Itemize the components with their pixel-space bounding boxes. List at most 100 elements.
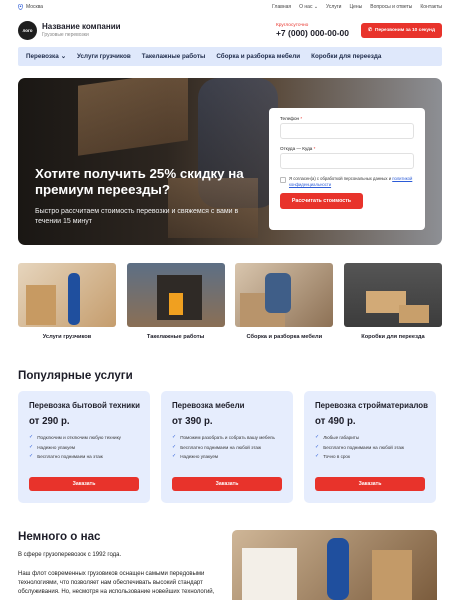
location-pin-icon: [18, 3, 23, 10]
menu-item-boxes[interactable]: Коробки для переезда: [311, 53, 381, 60]
order-button[interactable]: Заказать: [29, 477, 139, 491]
category-card[interactable]: Коробки для переезда: [343, 263, 442, 340]
city-name: Москва: [26, 3, 44, 10]
check-icon: ✓: [315, 443, 320, 450]
quote-form: Телефон * Откуда — Куда * Я согласен(а) …: [269, 108, 425, 230]
feature-text: Подключим и отключим любую технику: [37, 435, 121, 440]
check-icon: ✓: [172, 443, 177, 450]
chevron-down-icon: ⌄: [313, 3, 319, 10]
furniture-assembly-image: [235, 263, 334, 327]
hero-title: Хотите получить 25% скидку на премиум пе…: [35, 166, 244, 197]
company-subtitle: Грузовые перевозки: [42, 32, 89, 38]
required-mark: *: [300, 116, 303, 121]
feature-text: Бесплатно поднимаем на любой этаж: [180, 444, 262, 450]
top-bar: Москва Главная О нас ⌄ Услуги Цены Вопро…: [18, 2, 442, 11]
menu-item-rigging[interactable]: Такелажные работы: [142, 53, 206, 60]
route-field-label-text: Откуда — Куда: [280, 146, 313, 151]
phone-input[interactable]: [280, 123, 414, 139]
service-card: Перевозка мебели от 390 р. ✓ Поможем разо…: [161, 391, 293, 503]
category-cards: Услуги грузчиков Такелажные работы Сборк…: [18, 263, 442, 340]
service-price: от 290 р.: [29, 416, 70, 427]
service-title: Перевозка бытовой техники: [29, 401, 140, 410]
callback-button[interactable]: ✆ Перезвоним за 10 секунд: [360, 22, 442, 38]
order-button[interactable]: Заказать: [172, 477, 282, 491]
feature-text: Бесплатно поднимаем на этаж: [37, 454, 103, 459]
category-card[interactable]: Такелажные работы: [126, 263, 225, 340]
service-features: ✓ Подключим и отключим любую технику ✓ Над…: [29, 434, 139, 460]
check-icon: ✓: [172, 434, 177, 440]
calculate-button[interactable]: Рассчитать стоимость: [280, 193, 363, 209]
category-caption: Сборка и разборка мебели: [246, 334, 323, 340]
service-title: Перевозка стройматериалов: [315, 401, 428, 410]
topnav-home[interactable]: Главная: [272, 4, 291, 10]
check-icon: ✓: [29, 434, 34, 440]
check-icon: ✓: [29, 443, 34, 450]
rigging-image: [126, 263, 225, 327]
feature-item: ✓ Подключим и отключим любую технику: [29, 434, 139, 441]
service-features: ✓ Поможем разобрать и собрать вашу мебель…: [172, 434, 282, 460]
about-image: [232, 530, 437, 600]
feature-item: ✓ Любые габариты: [315, 434, 425, 441]
consent-checkbox[interactable]: [280, 177, 286, 183]
feature-item: ✓ Бесплатно поднимаем на этаж: [29, 453, 139, 460]
top-nav: Главная О нас ⌄ Услуги Цены Вопросы и от…: [272, 4, 442, 10]
chevron-down-icon: ⌄: [60, 53, 66, 60]
menu-item-transport[interactable]: Перевозка ⌄: [26, 53, 66, 60]
phone-field-label: Телефон *: [280, 116, 414, 121]
topnav-prices[interactable]: Цены: [349, 4, 362, 10]
feature-text: Точно в срок: [323, 454, 350, 459]
required-mark: *: [313, 146, 316, 151]
topnav-about-label: О нас: [299, 3, 313, 10]
city-selector[interactable]: Москва: [18, 3, 44, 10]
hero-subtitle: Быстро рассчитаем стоимость перевозки и …: [35, 208, 239, 225]
about-paragraph: Наш флот современных грузовиков оснащен …: [18, 571, 215, 595]
check-icon: ✓: [315, 453, 320, 459]
menu-item-furniture-assembly[interactable]: Сборка и разборка мебели: [216, 53, 300, 60]
category-card[interactable]: Услуги грузчиков: [18, 263, 116, 340]
check-icon: ✓: [315, 434, 320, 440]
check-icon: ✓: [172, 453, 177, 459]
consent-text: Я согласен(а) с обработкой персональных …: [289, 176, 414, 187]
company-info: Название компании Грузовые перевозки: [42, 22, 121, 38]
topnav-about[interactable]: О нас ⌄: [299, 4, 318, 10]
company-name: Название компании: [42, 22, 121, 31]
logo[interactable]: лого: [18, 20, 37, 40]
feature-text: Надежно упакуем: [37, 444, 76, 450]
menu-item-label: Перевозка: [26, 53, 59, 60]
service-features: ✓ Любые габариты ✓ Бесплатно поднимаем на …: [315, 434, 425, 460]
boxes-image: [343, 263, 442, 327]
feature-text: Бесплатно поднимаем на любой этаж: [323, 444, 405, 450]
category-caption: Коробки для переезда: [361, 334, 425, 340]
phone-box: Круглосуточно +7 (000) 000-00-00: [276, 23, 349, 38]
feature-item: ✓ Надежно упакуем: [172, 453, 282, 460]
service-card: Перевозка бытовой техники от 290 р. ✓ Под…: [18, 391, 150, 503]
order-button[interactable]: Заказать: [315, 477, 425, 491]
phone-number[interactable]: +7 (000) 000-00-00: [276, 28, 349, 38]
topnav-contacts[interactable]: Контакты: [420, 4, 442, 10]
service-price: от 390 р.: [172, 416, 213, 427]
menu-item-movers[interactable]: Услуги грузчиков: [77, 53, 131, 60]
feature-text: Надежно упакуем: [180, 454, 219, 459]
category-card[interactable]: Сборка и разборка мебели: [235, 263, 334, 340]
feature-item: ✓ Точно в срок: [315, 453, 425, 460]
service-title: Перевозка мебели: [172, 401, 245, 410]
hero-banner: Хотите получить 25% скидку на премиум пе…: [18, 78, 442, 245]
popular-services-title: Популярные услуги: [18, 369, 133, 382]
topnav-faq[interactable]: Вопросы и ответы: [370, 4, 412, 10]
consent-row: Я согласен(а) с обработкой персональных …: [280, 176, 414, 187]
about-title: Немного о нас: [18, 530, 101, 543]
hero-image-boxes: [78, 78, 188, 156]
main-menu: Перевозка ⌄ Услуги грузчиков Такелажные р…: [18, 47, 442, 66]
header: лого Название компании Грузовые перевозк…: [18, 16, 442, 44]
feature-text: Поможем разобрать и собрать вашу мебель: [180, 435, 275, 440]
topnav-services[interactable]: Услуги: [326, 4, 341, 10]
feature-text: Любые габариты: [323, 435, 360, 440]
phone-icon: ✆: [367, 27, 373, 33]
feature-item: ✓ Надежно упакуем: [29, 443, 139, 451]
check-icon: ✓: [29, 453, 34, 459]
phone-field-label-text: Телефон: [280, 116, 300, 121]
callback-button-label: Перезвоним за 10 секунд: [375, 27, 435, 33]
service-price: от 490 р.: [315, 416, 356, 427]
route-input[interactable]: [280, 153, 414, 169]
category-caption: Такелажные работы: [146, 334, 205, 340]
